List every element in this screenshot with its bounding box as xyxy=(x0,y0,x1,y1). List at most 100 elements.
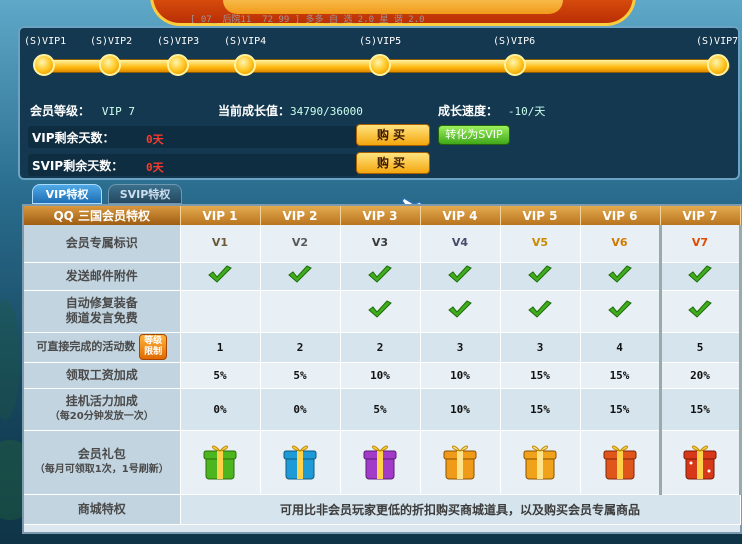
check-icon xyxy=(368,264,392,283)
activity-count: 2 xyxy=(340,332,421,363)
svip-days-label: SVIP剩余天数： xyxy=(32,159,124,173)
growth-number: 34790/36000 xyxy=(290,105,363,118)
check-icon xyxy=(448,264,472,283)
vip-badge-icon: V4 xyxy=(420,225,501,263)
row-label-repair-line2: 频道发言免费 xyxy=(65,311,138,325)
check-icon xyxy=(528,299,552,318)
growth-value: 当前成长值：34790/36000 xyxy=(218,102,363,120)
svip-days-row: SVIP剩余天数： 0天 xyxy=(28,154,358,176)
vip-level-node xyxy=(504,54,526,76)
check-icon xyxy=(368,299,392,318)
vip-level-label: (S)VIP7 xyxy=(696,36,739,47)
vip-days-value: 0天 xyxy=(146,133,164,146)
table-header-row: QQ 三国会员特权 VIP 1 VIP 2 VIP 3 VIP 4 VIP 5 … xyxy=(24,206,741,225)
idle-bonus: 0% xyxy=(180,388,261,431)
table-row: 可直接完成的活动数 等级限制 1 2 2 3 3 4 5 xyxy=(24,332,742,363)
salary-bonus: 15% xyxy=(500,362,581,389)
speed-value: -10/天 xyxy=(507,105,546,118)
idle-bonus: 15% xyxy=(658,388,742,431)
column-header-vip4: VIP 4 xyxy=(420,206,501,225)
member-level-value: VIP 7 xyxy=(101,105,135,118)
vip-level-label: (S)VIP1 xyxy=(24,36,67,47)
tab-svip-privileges[interactable]: SVIP特权 xyxy=(108,184,182,204)
vip-days-label: VIP剩余天数： xyxy=(32,131,115,145)
table-row: 发送邮件附件 xyxy=(24,262,742,291)
check-icon xyxy=(208,264,232,283)
check-icon xyxy=(607,299,632,318)
vip-badge-icon: V2 xyxy=(260,225,341,263)
vip-badge-icon: V1 xyxy=(180,225,261,263)
mall-privilege-text: 可用比非会员玩家更低的折扣购买商城道具，以及购买会员专属商品 xyxy=(180,494,741,525)
activity-count: 4 xyxy=(580,332,661,363)
activity-count: 3 xyxy=(420,332,501,363)
row-label-gift-sub: （每月可领取1次，1号刷新） xyxy=(34,464,169,475)
banner-sub-text: [_07_ 后院11_ 72_99 ] 多多_自_选_2.0_星_谐_2.0 xyxy=(190,15,425,25)
privilege-table: QQ 三国会员特权 VIP 1 VIP 2 VIP 3 VIP 4 VIP 5 … xyxy=(22,204,742,534)
idle-bonus: 10% xyxy=(420,388,501,431)
table-row: 会员礼包 （每月可领取1次，1号刷新） xyxy=(24,430,742,495)
svip-days-value: 0天 xyxy=(146,161,164,174)
vip-level-node xyxy=(369,54,391,76)
vip-level-node xyxy=(234,54,256,76)
growth-label: 当前成长值： xyxy=(218,104,291,118)
vip-level-node xyxy=(167,54,189,76)
vip-days-row: VIP剩余天数： 0天 xyxy=(28,126,358,148)
row-label-salary: 领取工资加成 xyxy=(24,362,181,389)
row-label-repair-line1: 自动修复装备 xyxy=(65,296,138,310)
row-label-mall: 商城特权 xyxy=(24,494,181,525)
gift-box-icon[interactable] xyxy=(362,441,398,481)
row-label-mail: 发送邮件附件 xyxy=(24,262,181,291)
gift-box-icon[interactable] xyxy=(602,441,638,481)
vip-level-label: (S)VIP6 xyxy=(493,36,536,47)
vip-level-label: (S)VIP2 xyxy=(90,36,133,47)
row-label-idle-sub: （每20分钟发放一次） xyxy=(49,411,154,422)
check-icon xyxy=(528,264,552,283)
salary-bonus: 5% xyxy=(180,362,261,389)
row-label-idle: 挂机活力加成 （每20分钟发放一次） xyxy=(24,388,181,431)
check-icon xyxy=(288,264,312,283)
salary-bonus: 10% xyxy=(420,362,501,389)
buy-vip-button[interactable]: 购买 xyxy=(356,124,430,146)
row-label-repair: 自动修复装备 频道发言免费 xyxy=(24,290,181,333)
activity-count: 1 xyxy=(180,332,261,363)
row-label-badge: 会员专属标识 xyxy=(24,225,181,263)
level-limit-tag: 等级限制 xyxy=(139,334,168,360)
idle-bonus: 15% xyxy=(500,388,581,431)
idle-bonus: 5% xyxy=(340,388,421,431)
convert-svip-button[interactable]: 转化为SVIP xyxy=(438,125,510,145)
tab-vip-privileges[interactable]: VIP特权 xyxy=(32,184,102,204)
vip-level-node xyxy=(707,54,729,76)
salary-bonus: 20% xyxy=(658,362,742,389)
check-icon xyxy=(607,264,632,283)
table-row: 领取工资加成 5% 5% 10% 10% 15% 15% 20% xyxy=(24,362,742,389)
row-label-gift-text: 会员礼包 xyxy=(77,447,126,461)
buy-svip-button[interactable]: 购买 xyxy=(356,152,430,174)
gift-box-icon[interactable] xyxy=(442,441,478,481)
vip-level-label: (S)VIP3 xyxy=(157,36,200,47)
salary-bonus: 10% xyxy=(340,362,421,389)
gift-box-icon[interactable] xyxy=(202,441,238,481)
check-icon xyxy=(448,299,472,318)
member-level: 会员等级： VIP 7 xyxy=(30,102,135,120)
column-header-vip2: VIP 2 xyxy=(260,206,341,225)
vip-level-node xyxy=(99,54,121,76)
salary-bonus: 15% xyxy=(580,362,661,389)
gift-box-icon[interactable] xyxy=(522,441,558,481)
row-label-activity: 可直接完成的活动数 等级限制 xyxy=(24,332,181,363)
vip-badge-icon: V3 xyxy=(340,225,421,263)
column-header-vip3: VIP 3 xyxy=(340,206,421,225)
table-row: 自动修复装备 频道发言免费 xyxy=(24,290,742,333)
vip-badge-icon: V5 xyxy=(500,225,581,263)
member-level-label: 会员等级： xyxy=(30,104,91,118)
table-row: 挂机活力加成 （每20分钟发放一次） 0% 0% 5% 10% 15% 15% … xyxy=(24,388,742,431)
vip-level-labels: (S)VIP1 (S)VIP2 (S)VIP3 (S)VIP4 (S)VIP5 … xyxy=(20,36,742,50)
activity-count: 3 xyxy=(500,332,581,363)
activity-count: 5 xyxy=(658,332,742,363)
gift-box-icon[interactable] xyxy=(682,441,718,481)
row-label-gift: 会员礼包 （每月可领取1次，1号刷新） xyxy=(24,430,181,495)
gift-box-icon[interactable] xyxy=(282,441,318,481)
check-icon xyxy=(688,299,712,318)
vip-badge-icon: V7 xyxy=(658,225,742,263)
column-header-vip1: VIP 1 xyxy=(180,206,261,225)
row-label-idle-text: 挂机活力加成 xyxy=(65,394,138,408)
